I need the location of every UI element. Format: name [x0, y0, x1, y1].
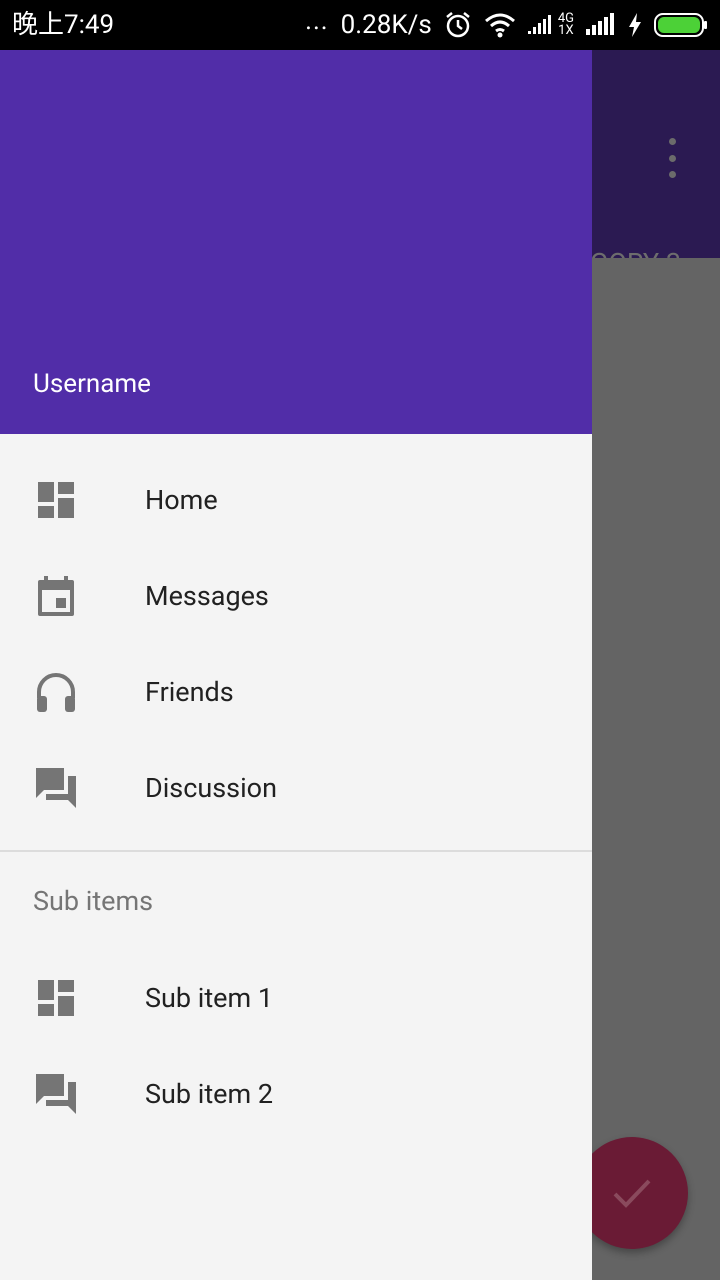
- status-icons: ... 0.28K/s 4G 1X: [305, 0, 708, 50]
- signal-icon: [586, 13, 614, 35]
- status-time: 晚上7:49: [12, 10, 115, 40]
- forum-icon: [36, 768, 76, 808]
- nav-sub-item-2[interactable]: Sub item 2: [0, 1046, 592, 1142]
- calendar-event-icon: [38, 576, 74, 616]
- nav-sub-item-1[interactable]: Sub item 1: [0, 950, 592, 1046]
- navigation-drawer: Username Home Messages Friends Discussio…: [0, 50, 592, 1280]
- drawer-username: Username: [33, 369, 151, 399]
- signal-4g-icon: 4G 1X: [527, 12, 574, 38]
- nav-item-label: Friends: [145, 676, 234, 708]
- nav-item-label: Discussion: [145, 772, 277, 804]
- drawer-header: Username: [0, 50, 592, 434]
- nav-item-label: Home: [145, 484, 218, 516]
- nav-item-messages[interactable]: Messages: [0, 548, 592, 644]
- dashboard-icon: [38, 482, 74, 518]
- network-speed: 0.28K/s: [340, 10, 432, 40]
- headset-icon: [37, 673, 75, 712]
- network-type-bottom: 1X: [558, 23, 574, 38]
- nav-item-home[interactable]: Home: [0, 452, 592, 548]
- status-bar: 晚上7:49 ... 0.28K/s 4G 1X: [0, 0, 720, 50]
- drawer-divider: [0, 850, 592, 852]
- alarm-icon: [446, 12, 470, 38]
- nav-item-discussion[interactable]: Discussion: [0, 740, 592, 836]
- charging-icon: [629, 13, 641, 37]
- more-notifications-indicator: ...: [305, 6, 329, 36]
- battery-fill: [658, 17, 700, 33]
- nav-item-label: Messages: [145, 580, 269, 612]
- check-icon: [613, 1179, 651, 1208]
- nav-item-friends[interactable]: Friends: [0, 644, 592, 740]
- battery-icon: [654, 13, 707, 37]
- wifi-icon: [484, 13, 515, 38]
- forum-icon: [36, 1074, 76, 1114]
- drawer-subheader: Sub items: [33, 885, 154, 917]
- dashboard-icon: [38, 980, 74, 1016]
- fab-check-button[interactable]: [576, 1137, 688, 1249]
- nav-item-label: Sub item 1: [145, 982, 274, 1014]
- overflow-menu-icon[interactable]: [660, 138, 684, 178]
- nav-item-label: Sub item 2: [145, 1078, 274, 1110]
